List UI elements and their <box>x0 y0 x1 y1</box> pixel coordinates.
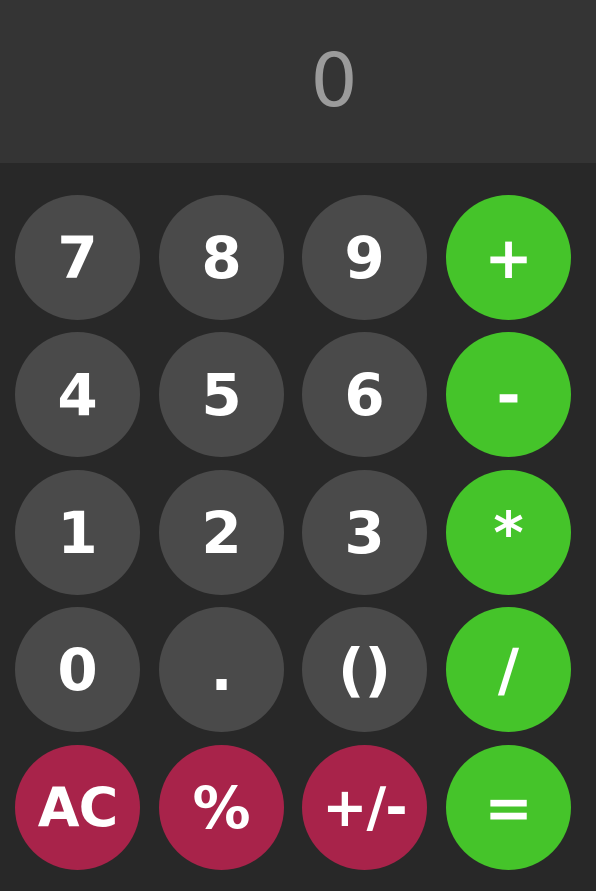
display-value: 0 <box>310 38 358 124</box>
calculator-display: 0 <box>0 0 596 163</box>
key-1[interactable]: 1 <box>15 470 140 595</box>
multiply-button[interactable]: * <box>446 470 571 595</box>
key-6[interactable]: 6 <box>302 332 427 457</box>
decimal-button[interactable]: . <box>159 607 284 732</box>
divide-button[interactable]: / <box>446 607 571 732</box>
key-9[interactable]: 9 <box>302 195 427 320</box>
key-7[interactable]: 7 <box>15 195 140 320</box>
equals-button[interactable]: = <box>446 745 571 870</box>
add-button[interactable]: + <box>446 195 571 320</box>
key-2[interactable]: 2 <box>159 470 284 595</box>
key-3[interactable]: 3 <box>302 470 427 595</box>
clear-button[interactable]: AC <box>15 745 140 870</box>
keypad: 7 8 9 + 4 5 6 - 1 2 3 * 0 . () / AC % +/… <box>15 195 575 875</box>
parentheses-button[interactable]: () <box>302 607 427 732</box>
subtract-button[interactable]: - <box>446 332 571 457</box>
key-4[interactable]: 4 <box>15 332 140 457</box>
percent-button[interactable]: % <box>159 745 284 870</box>
key-8[interactable]: 8 <box>159 195 284 320</box>
negate-button[interactable]: +/- <box>302 745 427 870</box>
key-0[interactable]: 0 <box>15 607 140 732</box>
key-5[interactable]: 5 <box>159 332 284 457</box>
